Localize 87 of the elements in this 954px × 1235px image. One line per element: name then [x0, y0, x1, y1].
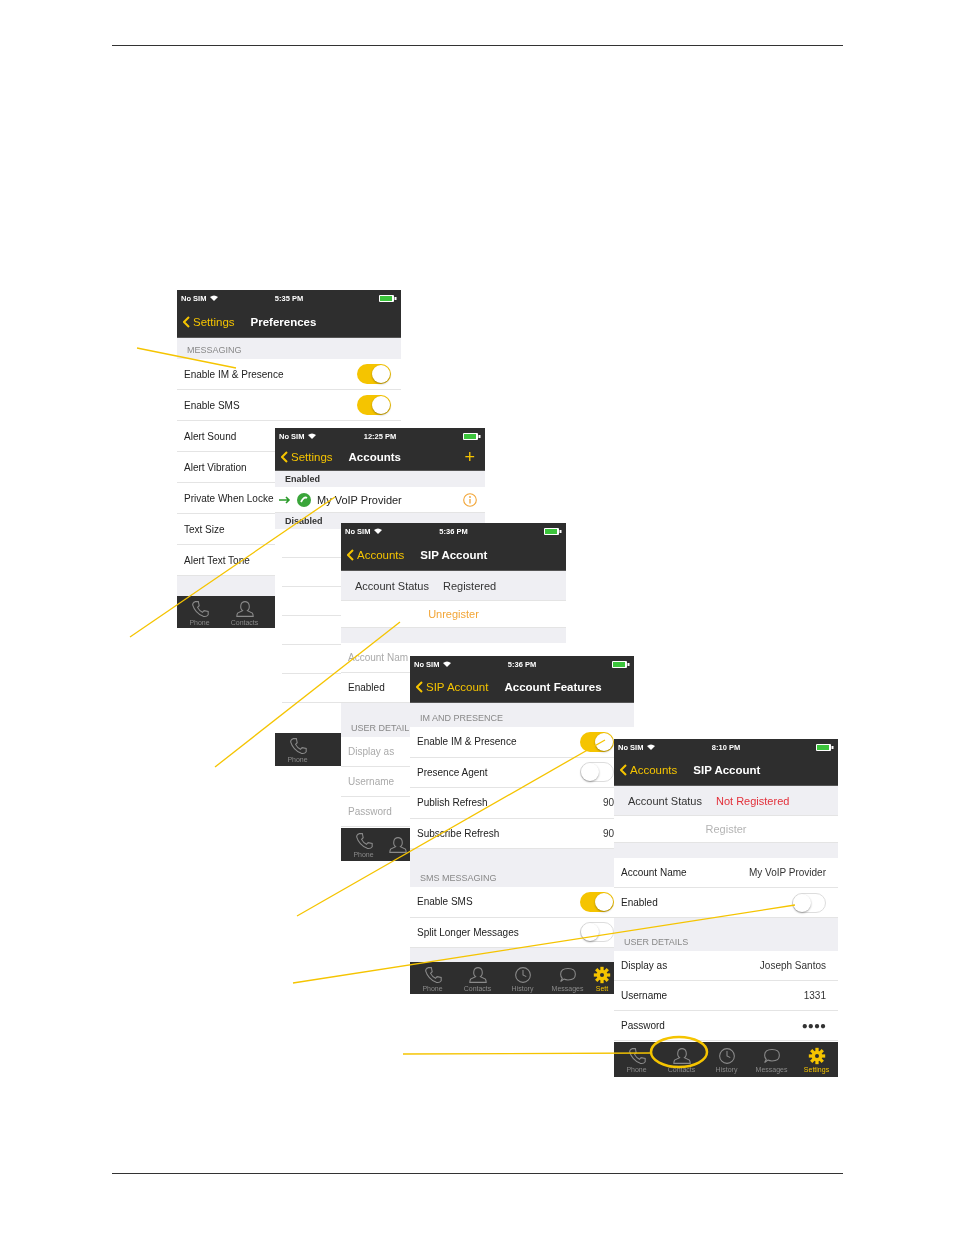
setting-value: 1331 — [803, 990, 826, 1001]
battery-icon — [612, 660, 630, 668]
highlight-circle — [649, 1035, 709, 1069]
setting-label: Enabled — [348, 682, 385, 693]
back-button[interactable]: Accounts — [620, 764, 678, 776]
battery-icon — [379, 294, 397, 302]
setting-label: Username — [621, 990, 668, 1001]
setting-value: My VoIP Provider — [748, 867, 826, 878]
section-header: IM AND PRESENCE — [410, 703, 634, 727]
setting-label: Private When Locke — [184, 492, 274, 504]
setting-label: Account Name — [621, 867, 687, 878]
chevron-icon — [347, 548, 354, 561]
battery-icon — [816, 743, 834, 751]
status-value: Registered — [443, 579, 497, 592]
clock-icon — [513, 965, 532, 984]
phone-icon — [627, 1046, 646, 1065]
screen-title: Accounts — [348, 451, 401, 463]
setting-label: Text Size — [184, 523, 225, 535]
screen-title: Account Features — [504, 681, 602, 693]
chevron-icon — [620, 764, 627, 776]
wifi-icon — [308, 433, 317, 439]
setting-label: Username — [348, 776, 395, 787]
toggle-switch[interactable] — [357, 364, 391, 384]
section-header: USER DETAILS — [614, 918, 838, 951]
setting-label: Enable SMS — [417, 896, 473, 908]
battery-icon — [463, 432, 481, 440]
setting-label: Publish Refresh — [417, 797, 488, 809]
setting-label: Password — [621, 1020, 665, 1031]
status-value: Not Registered — [716, 794, 790, 807]
toggle-switch[interactable] — [580, 762, 614, 783]
status-label: Account Status — [355, 579, 429, 592]
info-icon[interactable] — [463, 492, 477, 507]
setting-label: Enabled — [621, 897, 658, 908]
back-button[interactable]: Settings — [281, 451, 333, 463]
toggle-switch[interactable] — [357, 395, 391, 415]
phone-icon — [190, 599, 209, 618]
setting-label: Display as — [348, 746, 395, 757]
toggle-switch[interactable] — [580, 922, 614, 943]
wifi-icon — [647, 744, 656, 750]
person-icon — [468, 965, 487, 984]
chevron-icon — [281, 451, 288, 463]
battery-icon — [544, 527, 562, 535]
chat-bubble-icon — [558, 965, 577, 984]
gear-icon — [807, 1046, 826, 1065]
back-button[interactable]: Accounts — [347, 548, 405, 561]
setting-label: Enable IM & Presence — [417, 736, 517, 748]
setting-label: Display as — [621, 960, 668, 971]
setting-value: ●●●● — [801, 1020, 826, 1031]
setting-label: Alert Vibration — [184, 461, 247, 473]
phone-icon — [423, 965, 442, 984]
chevron-icon — [416, 681, 423, 693]
status-label: Account Status — [628, 794, 702, 807]
section-header: MESSAGING — [177, 338, 401, 359]
wifi-icon — [210, 295, 219, 301]
person-icon — [389, 835, 407, 854]
toggle-switch[interactable] — [580, 731, 614, 752]
wifi-icon — [443, 661, 452, 667]
account-name[interactable]: My VoIP Provider — [317, 493, 402, 506]
chevron-icon — [183, 315, 190, 328]
setting-label: Password — [348, 806, 392, 817]
phone-icon — [288, 736, 307, 755]
back-button[interactable]: SIP Account — [416, 681, 489, 693]
phone-icon — [354, 831, 373, 850]
account-icon — [297, 492, 311, 507]
toggle-switch[interactable] — [580, 891, 614, 912]
person-icon — [235, 599, 254, 618]
screen-title: Preferences — [250, 315, 317, 328]
setting-label: Presence Agent — [417, 766, 488, 778]
setting-label: Enable IM & Presence — [184, 368, 284, 380]
screen-title: SIP Account — [420, 548, 488, 561]
setting-value: 90 — [602, 797, 614, 809]
person-icon — [672, 1046, 691, 1065]
setting-label: Alert Sound — [184, 430, 237, 442]
chat-bubble-icon — [762, 1046, 781, 1065]
section-header: Enabled — [275, 471, 485, 487]
setting-label: Enable SMS — [184, 399, 240, 411]
setting-label: Split Longer Messages — [417, 926, 519, 938]
toggle-switch[interactable] — [792, 892, 826, 913]
clock-icon — [717, 1046, 736, 1065]
wifi-icon — [374, 528, 383, 534]
gear-icon — [593, 965, 611, 984]
setting-value: 90 — [602, 827, 614, 839]
arrow-icon — [279, 495, 291, 504]
add-button[interactable]: + — [460, 446, 479, 468]
back-button[interactable]: Settings — [183, 315, 235, 328]
setting-value: Joseph Santos — [759, 960, 826, 971]
screen-title: SIP Account — [693, 764, 761, 776]
